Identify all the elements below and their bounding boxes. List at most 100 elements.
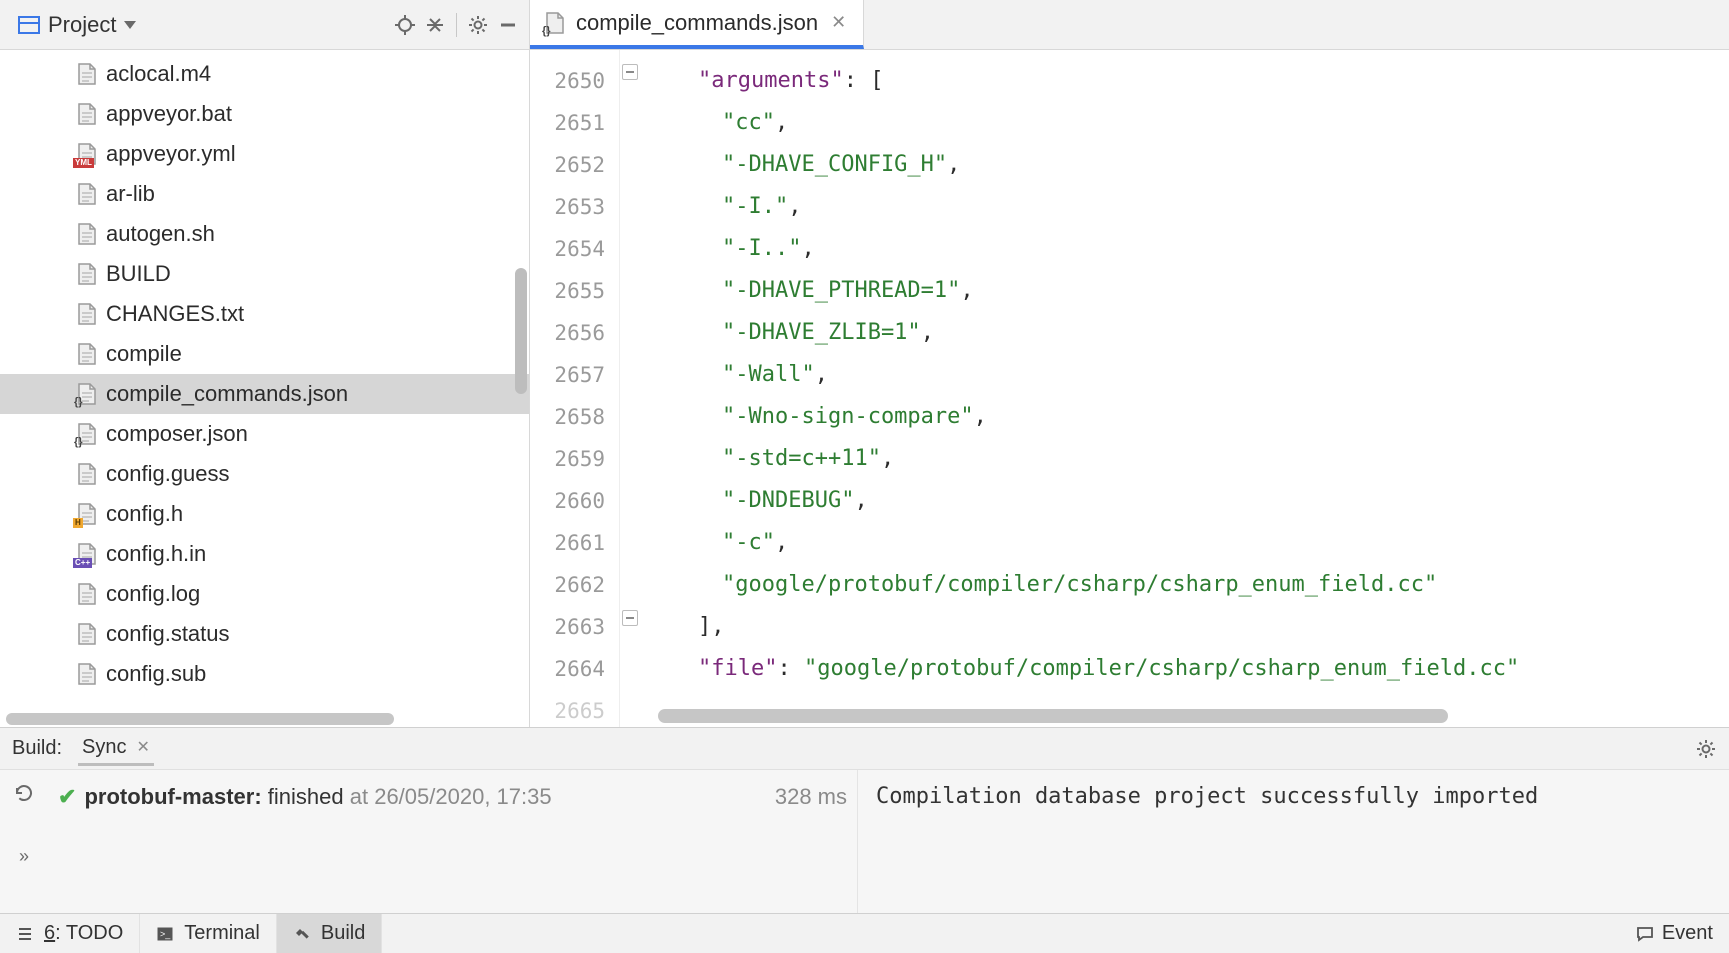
sync-tab[interactable]: Sync ✕ <box>78 732 154 766</box>
build-output[interactable]: Compilation database project successfull… <box>858 770 1729 913</box>
editor-tab-compile-commands[interactable]: {} compile_commands.json ✕ <box>530 0 864 49</box>
file-tree-item[interactable]: config.guess <box>0 454 529 494</box>
fold-strip <box>620 50 644 727</box>
terminal-icon: >_ <box>156 925 174 943</box>
file-icon <box>76 622 98 646</box>
line-number: 2653 <box>530 186 605 228</box>
file-name: config.h <box>106 501 183 527</box>
sidebar-scrollbar-vertical[interactable] <box>515 50 527 727</box>
line-number: 2661 <box>530 522 605 564</box>
file-name: BUILD <box>106 261 171 287</box>
line-number: 2659 <box>530 438 605 480</box>
file-name: autogen.sh <box>106 221 215 247</box>
editor[interactable]: 2650265126522653265426552656265726582659… <box>530 50 1729 727</box>
file-tree-item[interactable]: config.status <box>0 614 529 654</box>
file-tree-item[interactable]: appveyor.bat <box>0 94 529 134</box>
code-line: "-Wno-sign-compare", <box>650 396 1729 438</box>
file-icon <box>76 302 98 326</box>
hide-icon[interactable] <box>493 10 523 40</box>
file-tree-item[interactable]: Hconfig.h <box>0 494 529 534</box>
line-number: 2656 <box>530 312 605 354</box>
file-tree-item[interactable]: autogen.sh <box>0 214 529 254</box>
line-number: 2650 <box>530 60 605 102</box>
terminal-tool-button[interactable]: >_ Terminal <box>140 914 277 953</box>
chevron-down-icon <box>124 21 136 29</box>
file-tree-item[interactable]: BUILD <box>0 254 529 294</box>
line-number: 2657 <box>530 354 605 396</box>
line-number-gutter: 2650265126522653265426552656265726582659… <box>530 50 620 727</box>
file-name: config.h.in <box>106 541 206 567</box>
code-line: ], <box>650 606 1729 648</box>
todo-tool-button[interactable]: 6: TODO <box>0 914 140 953</box>
chat-icon <box>1636 925 1654 943</box>
line-number: 2664 <box>530 648 605 690</box>
build-panel: Build: Sync ✕ » ✔ protobuf-master: <box>0 727 1729 913</box>
code-line: "-DNDEBUG", <box>650 480 1729 522</box>
file-name: compile_commands.json <box>106 381 348 407</box>
build-entry[interactable]: ✔ protobuf-master: finished at 26/05/202… <box>58 784 847 810</box>
file-tree-item[interactable]: {}composer.json <box>0 414 529 454</box>
file-icon: C++ <box>76 542 98 566</box>
fold-marker-icon[interactable] <box>622 610 638 626</box>
file-tree-item[interactable]: compile <box>0 334 529 374</box>
scrollbar-thumb[interactable] <box>515 268 527 394</box>
expand-icon[interactable]: » <box>19 846 29 867</box>
event-log-button[interactable]: Event <box>1620 914 1729 953</box>
file-tree-item[interactable]: ar-lib <box>0 174 529 214</box>
code-line: "-DHAVE_PTHREAD=1", <box>650 270 1729 312</box>
file-name: composer.json <box>106 421 248 447</box>
code-line: "-I.", <box>650 186 1729 228</box>
build-tool-button[interactable]: Build <box>277 914 382 953</box>
file-tree-item[interactable]: {}compile_commands.json <box>0 374 529 414</box>
file-name: appveyor.yml <box>106 141 236 167</box>
project-dropdown[interactable]: Project <box>10 8 144 42</box>
code-line: "-DHAVE_CONFIG_H", <box>650 144 1729 186</box>
refresh-icon[interactable] <box>13 782 35 804</box>
file-tree-item[interactable]: CHANGES.txt <box>0 294 529 334</box>
file-icon: YML <box>76 142 98 166</box>
build-message: Compilation database project successfull… <box>876 784 1538 809</box>
fold-marker-icon[interactable] <box>622 64 638 80</box>
line-number: 2663 <box>530 606 605 648</box>
sidebar-scrollbar-horizontal[interactable] <box>6 713 394 725</box>
build-panel-header: Build: Sync ✕ <box>0 728 1729 770</box>
json-file-icon: {} <box>544 11 566 35</box>
sidebar-header: Project <box>0 0 529 50</box>
file-icon <box>76 342 98 366</box>
check-icon: ✔ <box>58 784 76 810</box>
svg-text:>_: >_ <box>160 929 171 939</box>
gear-icon[interactable] <box>463 10 493 40</box>
locate-icon[interactable] <box>390 10 420 40</box>
file-icon <box>76 662 98 686</box>
file-icon <box>76 182 98 206</box>
file-tree[interactable]: aclocal.m4 appveyor.bat YML appveyor.yml ar-… <box>0 50 529 698</box>
project-icon <box>18 16 40 34</box>
file-name: compile <box>106 341 182 367</box>
file-name: ar-lib <box>106 181 155 207</box>
editor-tab-label: compile_commands.json <box>576 10 818 36</box>
scrollbar-thumb[interactable] <box>658 709 1448 723</box>
file-name: appveyor.bat <box>106 101 232 127</box>
file-name: config.log <box>106 581 200 607</box>
build-tree[interactable]: ✔ protobuf-master: finished at 26/05/202… <box>48 770 858 913</box>
build-header-label: Build: <box>12 737 62 760</box>
file-tree-item[interactable]: config.log <box>0 574 529 614</box>
collapse-all-icon[interactable] <box>420 10 450 40</box>
file-tree-item[interactable]: aclocal.m4 <box>0 54 529 94</box>
close-icon[interactable]: ✕ <box>828 12 849 33</box>
code-area[interactable]: "arguments": ["cc","-DHAVE_CONFIG_H","-I… <box>644 50 1729 727</box>
project-sidebar: Project aclocal.m4appve <box>0 0 530 727</box>
close-icon[interactable]: ✕ <box>137 737 150 757</box>
file-tree-item[interactable]: YML appveyor.yml <box>0 134 529 174</box>
gear-icon[interactable] <box>1695 738 1717 760</box>
line-number: 2654 <box>530 228 605 270</box>
code-line: "arguments": [ <box>650 60 1729 102</box>
list-icon <box>16 925 34 943</box>
file-tree-item[interactable]: config.sub <box>0 654 529 694</box>
file-tree-item[interactable]: C++ config.h.in <box>0 534 529 574</box>
sync-tab-label: Sync <box>82 736 126 759</box>
code-line: "-DHAVE_ZLIB=1", <box>650 312 1729 354</box>
line-number: 2651 <box>530 102 605 144</box>
file-name: config.sub <box>106 661 206 687</box>
editor-scrollbar-horizontal[interactable] <box>658 709 1669 723</box>
